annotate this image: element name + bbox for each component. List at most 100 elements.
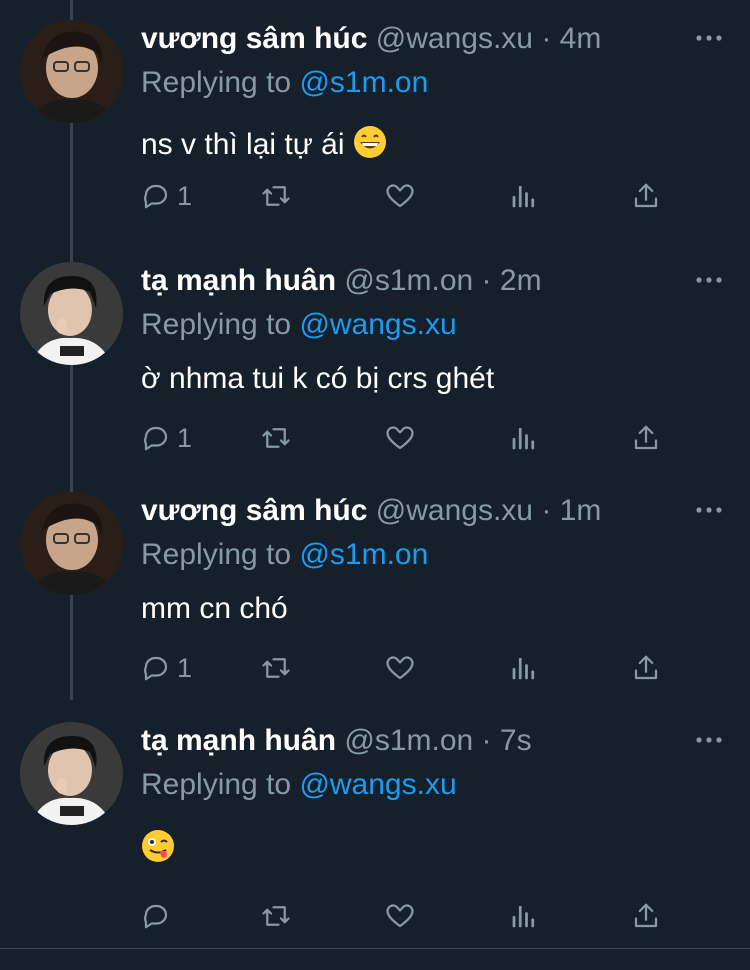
more-icon[interactable] [694,28,724,48]
separator: · [541,22,552,55]
separator: · [481,724,492,757]
timestamp[interactable]: 2m [500,264,542,297]
share-button[interactable] [631,418,661,458]
reply-count: 1 [177,652,193,683]
user-handle[interactable]: @wangs.xu [376,494,533,527]
tweet-actions: 1 [141,176,670,216]
share-icon [634,655,658,680]
like-button[interactable] [385,418,415,458]
retweet-icon [262,658,290,678]
user-handle[interactable]: @wangs.xu [376,22,533,55]
tweet-text: ns v thì lại tự ái [141,124,387,166]
like-icon [386,656,414,680]
tweet-text: ờ nhma tui k có bị crs ghét [141,358,494,400]
reply-button[interactable] [141,896,171,936]
retweet-icon [262,428,290,448]
tweet[interactable]: vương sâm húc @wangs.xu · 4m Replying to… [0,0,750,230]
tweet-actions [141,896,670,936]
share-button[interactable] [631,648,661,688]
replying-to-user[interactable]: @wangs.xu [299,768,456,801]
tweet-header: vương sâm húc @wangs.xu · 4m [141,18,690,60]
retweet-button[interactable] [261,648,291,688]
timestamp[interactable]: 1m [560,494,602,527]
avatar[interactable] [20,722,123,825]
avatar[interactable] [20,492,123,595]
share-button[interactable] [631,896,661,936]
more-icon[interactable] [694,270,724,290]
like-button[interactable] [385,648,415,688]
display-name[interactable]: tạ mạnh huân [141,724,336,757]
timestamp[interactable]: 7s [500,724,532,757]
replying-to-user[interactable]: @wangs.xu [299,308,456,341]
replying-to: Replying to @s1m.on [141,534,428,576]
stats-button[interactable] [509,896,539,936]
stats-button[interactable] [509,418,539,458]
like-button[interactable] [385,896,415,936]
reply-icon [144,426,168,451]
stats-icon [512,657,535,680]
like-icon [386,904,414,928]
timestamp[interactable]: 4m [560,22,602,55]
tweet[interactable]: vương sâm húc @wangs.xu · 1m Replying to… [0,472,750,702]
tweet-text [141,828,175,870]
tweet-header: vương sâm húc @wangs.xu · 1m [141,490,690,532]
tweet-header: tạ mạnh huân @s1m.on · 7s [141,720,690,762]
divider [0,948,750,949]
retweet-icon [262,186,290,206]
reply-icon [144,184,168,209]
avatar[interactable] [20,262,123,365]
replying-prefix: Replying to [141,768,292,801]
share-icon [634,425,658,450]
more-icon[interactable] [694,500,724,520]
replying-to: Replying to @wangs.xu [141,304,457,346]
reply-button[interactable]: 1 [141,418,192,458]
tweet-actions: 1 [141,418,670,458]
tweet[interactable]: tạ mạnh huân @s1m.on · 2m Replying to @w… [0,242,750,472]
winking-tongue-emoji [141,829,175,863]
tweet-header: tạ mạnh huân @s1m.on · 2m [141,260,690,302]
share-button[interactable] [631,176,661,216]
tweet-text: mm cn chó [141,588,288,630]
like-icon [386,426,414,450]
more-icon[interactable] [694,730,724,750]
stats-button[interactable] [509,176,539,216]
separator: · [481,264,492,297]
replying-prefix: Replying to [141,538,292,571]
stats-icon [512,905,535,928]
tweet-text-content: ns v thì lại tự ái [141,128,345,161]
retweet-button[interactable] [261,418,291,458]
replying-prefix: Replying to [141,66,292,99]
replying-to: Replying to @s1m.on [141,62,428,104]
grinning-face-emoji [353,125,387,159]
display-name[interactable]: tạ mạnh huân [141,264,336,297]
reply-icon [144,904,168,929]
avatar[interactable] [20,20,123,123]
share-icon [634,903,658,928]
reply-count: 1 [177,180,193,211]
tweet-actions: 1 [141,648,670,688]
stats-button[interactable] [509,648,539,688]
display-name[interactable]: vương sâm húc [141,494,367,527]
user-handle[interactable]: @s1m.on [344,264,473,297]
user-handle[interactable]: @s1m.on [344,724,473,757]
replying-prefix: Replying to [141,308,292,341]
replying-to-user[interactable]: @s1m.on [299,66,428,99]
reply-count: 1 [177,422,193,453]
separator: · [541,494,552,527]
reply-button[interactable]: 1 [141,176,192,216]
reply-icon [144,656,168,681]
retweet-button[interactable] [261,896,291,936]
reply-button[interactable]: 1 [141,648,192,688]
replying-to-user[interactable]: @s1m.on [299,538,428,571]
retweet-button[interactable] [261,176,291,216]
display-name[interactable]: vương sâm húc [141,22,367,55]
like-icon [386,184,414,208]
replying-to: Replying to @wangs.xu [141,764,457,806]
retweet-icon [262,906,290,926]
like-button[interactable] [385,176,415,216]
tweet[interactable]: tạ mạnh huân @s1m.on · 7s Replying to @w… [0,702,750,932]
stats-icon [512,427,535,450]
share-icon [634,183,658,208]
tweet-text-content: mm cn chó [141,592,288,625]
tweet-text-content: ờ nhma tui k có bị crs ghét [141,362,495,395]
